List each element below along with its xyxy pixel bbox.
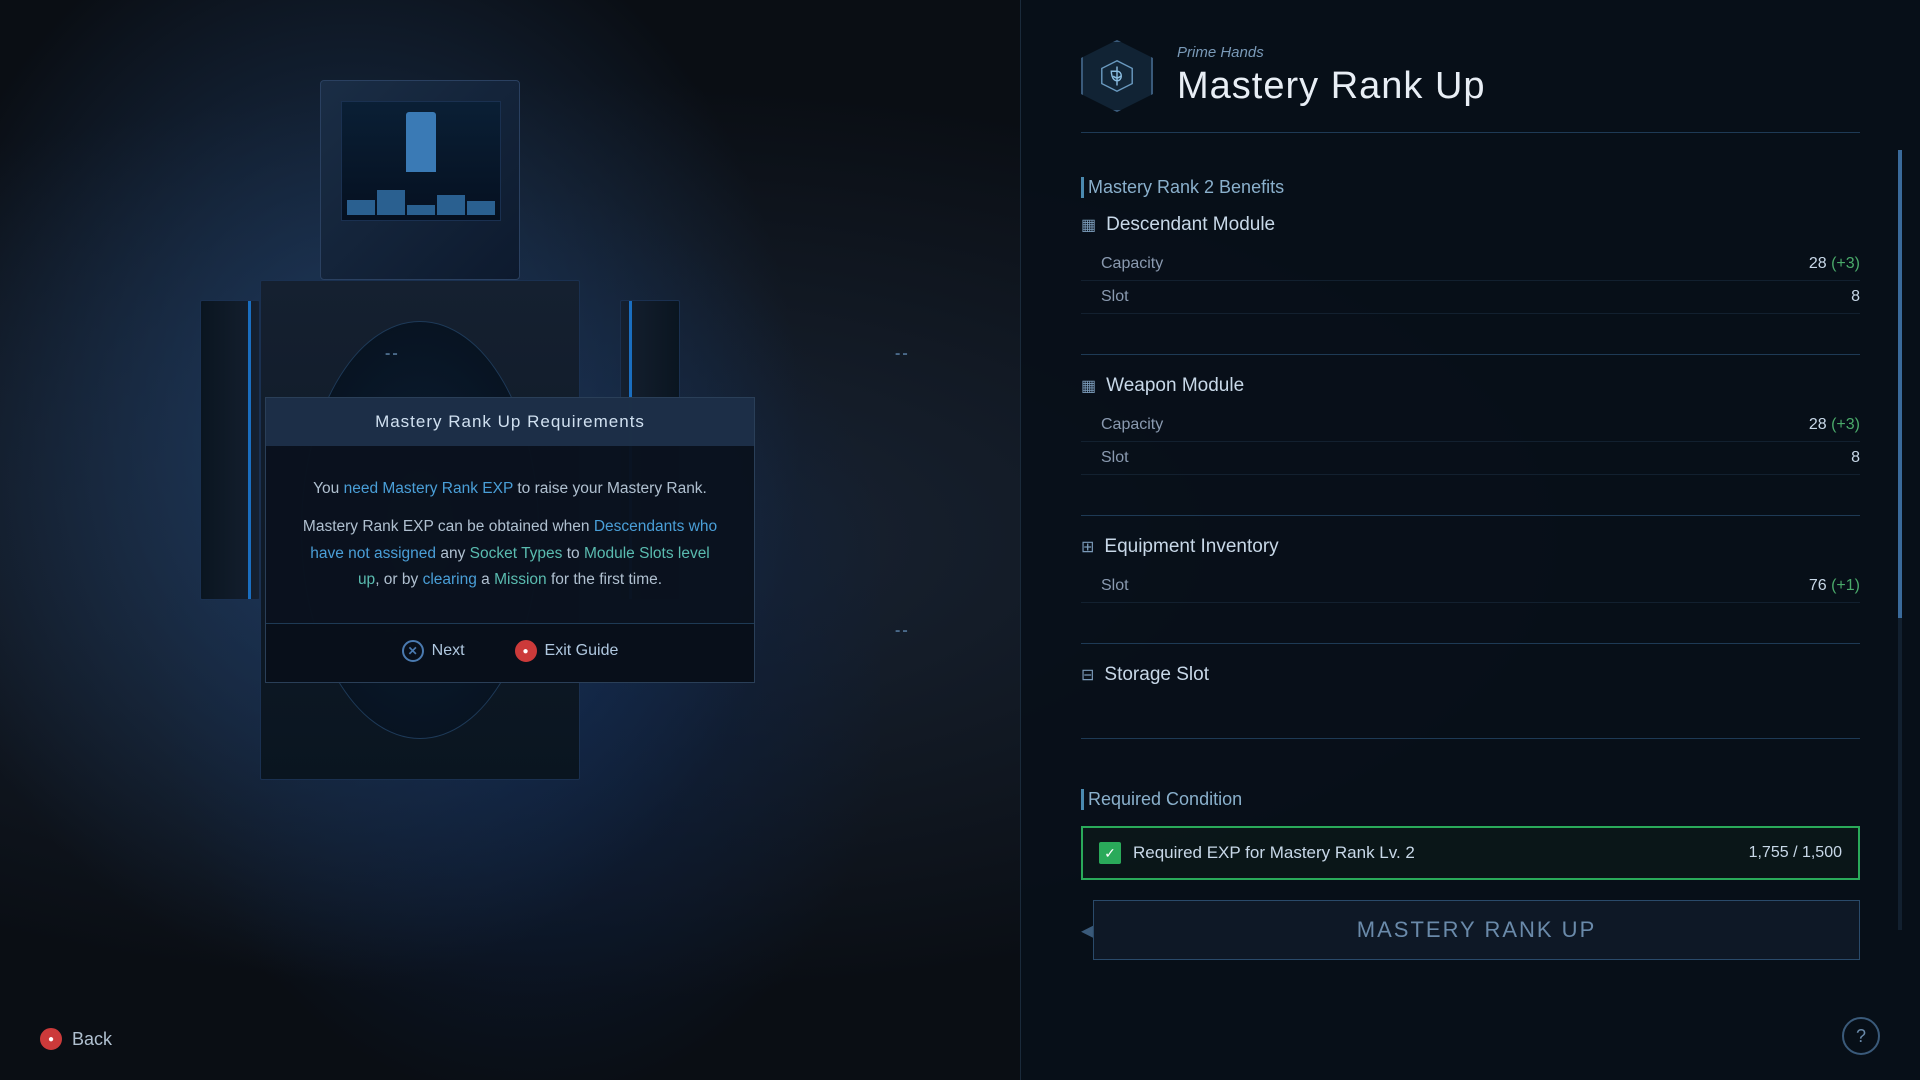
divider-1: [1081, 354, 1860, 355]
benefits-section-header: Mastery Rank 2 Benefits: [1081, 177, 1860, 198]
weapon-module-icon: ▦: [1081, 376, 1096, 396]
scrollbar-thumb[interactable]: [1898, 150, 1902, 618]
back-button[interactable]: ● Back: [40, 1028, 112, 1050]
divider-3: [1081, 643, 1860, 644]
storage-slot-section: ⊟ Storage Slot: [1081, 664, 1860, 698]
condition-exp-value: 1,755 / 1,500: [1749, 844, 1842, 862]
equipment-slot-row: Slot 76 (+1): [1081, 570, 1860, 603]
divider-2: [1081, 515, 1860, 516]
dialog-footer: ✕ Next ● Exit Guide: [266, 623, 754, 682]
help-button[interactable]: ?: [1842, 1017, 1880, 1055]
descendant-capacity-value: 28 28 (+3) (+3): [1809, 255, 1860, 273]
descendant-capacity-row: Capacity 28 28 (+3) (+3): [1081, 248, 1860, 281]
module-icon: ▦: [1081, 215, 1096, 235]
back-button-icon: ●: [40, 1028, 62, 1050]
circle-button-icon: ●: [515, 640, 537, 662]
descendant-slot-row: Slot 8: [1081, 281, 1860, 314]
weapon-slot-row: Slot 8: [1081, 442, 1860, 475]
weapon-slot-value: 8: [1851, 449, 1860, 467]
equipment-icon: ⊞: [1081, 537, 1094, 557]
condition-label: ✓ Required EXP for Mastery Rank Lv. 2: [1099, 842, 1415, 864]
next-button[interactable]: ✕ Next: [402, 640, 465, 662]
mastery-btn-arrow: ◂: [1081, 916, 1093, 945]
check-icon: ✓: [1099, 842, 1121, 864]
dialog-body: You need Mastery Rank EXP to raise your …: [266, 446, 754, 623]
divider-4: [1081, 738, 1860, 739]
required-condition-header: Required Condition: [1081, 789, 1860, 810]
exit-guide-button[interactable]: ● Exit Guide: [515, 640, 619, 662]
storage-icon: ⊟: [1081, 665, 1094, 685]
item-icon: [1081, 40, 1153, 112]
item-title: Mastery Rank Up: [1177, 65, 1486, 108]
panel-header: Prime Hands Mastery Rank Up: [1081, 40, 1860, 133]
header-text: Prime Hands Mastery Rank Up: [1177, 44, 1486, 108]
mastery-btn-area: ◂ Mastery Rank Up: [1081, 900, 1860, 960]
weapon-module-section: ▦ Weapon Module Capacity 28 (+3) Slot 8: [1081, 375, 1860, 475]
descendant-module-header: ▦ Descendant Module: [1081, 214, 1860, 236]
right-panel: Prime Hands Mastery Rank Up Mastery Rank…: [1020, 0, 1920, 1080]
weapon-capacity-value: 28 (+3): [1809, 416, 1860, 434]
equipment-inventory-header: ⊞ Equipment Inventory: [1081, 536, 1860, 558]
mastery-rank-up-button[interactable]: Mastery Rank Up: [1093, 900, 1860, 960]
condition-row: ✓ Required EXP for Mastery Rank Lv. 2 1,…: [1081, 826, 1860, 880]
storage-slot-header: ⊟ Storage Slot: [1081, 664, 1860, 686]
dialog-box: Mastery Rank Up Requirements You need Ma…: [265, 397, 755, 683]
scrollbar-track[interactable]: [1898, 150, 1902, 930]
required-condition-section: Required Condition ✓ Required EXP for Ma…: [1081, 769, 1860, 880]
weapon-capacity-row: Capacity 28 (+3): [1081, 409, 1860, 442]
dialog-title: Mastery Rank Up Requirements: [266, 398, 754, 446]
descendant-slot-value: 8: [1851, 288, 1860, 306]
x-button-icon: ✕: [402, 640, 424, 662]
equipment-inventory-section: ⊞ Equipment Inventory Slot 76 (+1): [1081, 536, 1860, 603]
equipment-slot-value: 76 (+1): [1809, 577, 1860, 595]
weapon-module-header: ▦ Weapon Module: [1081, 375, 1860, 397]
descendant-module-section: ▦ Descendant Module Capacity 28 28 (+3) …: [1081, 214, 1860, 314]
dialog-overlay: Mastery Rank Up Requirements You need Ma…: [0, 0, 1020, 1080]
item-subtitle: Prime Hands: [1177, 44, 1486, 61]
